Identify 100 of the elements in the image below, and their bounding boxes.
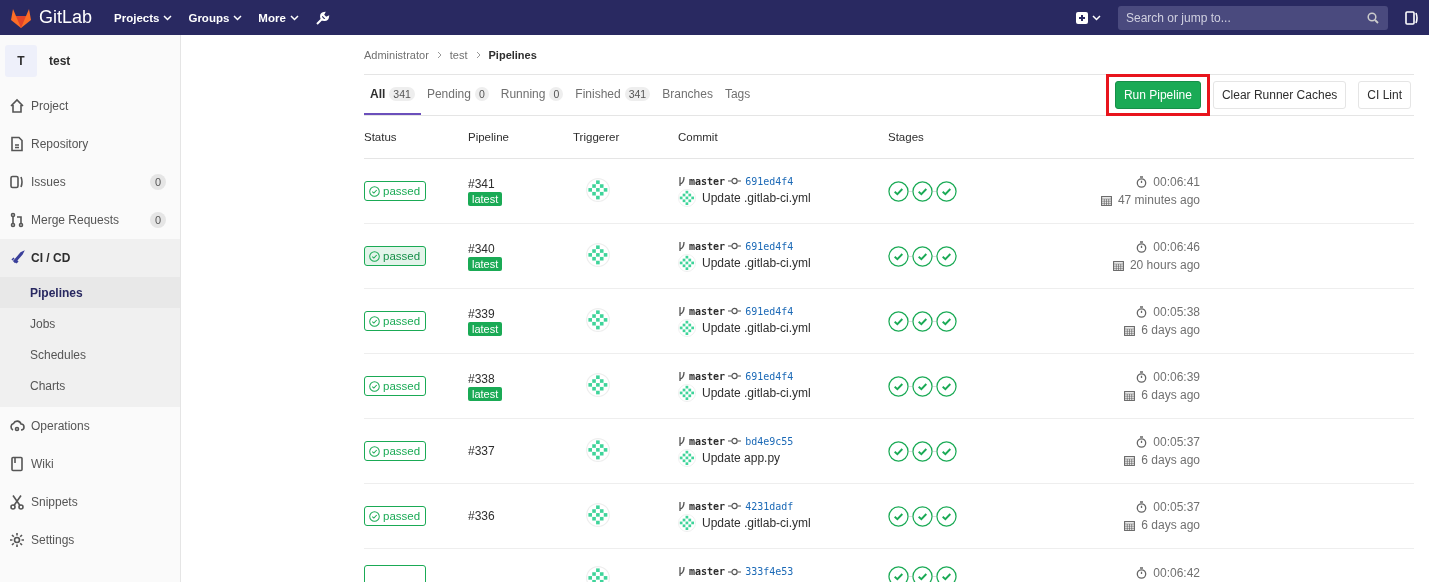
stage-passed-icon[interactable]	[888, 440, 909, 462]
stage-passed-icon[interactable]	[936, 375, 957, 397]
count-badge: 341	[624, 87, 651, 101]
stage-passed-icon[interactable]	[888, 310, 909, 332]
commit-message[interactable]: Update .gitlab-ci.yml	[702, 385, 811, 400]
stage-passed-icon[interactable]	[912, 505, 933, 527]
filter-tab[interactable]: Tags	[718, 75, 757, 115]
nav-menu[interactable]: Projects	[106, 11, 181, 24]
duration-text: 00:06:41	[1153, 175, 1200, 189]
stage-passed-icon[interactable]	[912, 566, 933, 582]
branch-link[interactable]: master	[689, 435, 726, 447]
author-avatar	[678, 188, 696, 207]
commit-sha-link[interactable]: bd4e9c55	[745, 435, 794, 447]
commit-sha-link[interactable]: 4231dadf	[745, 500, 794, 512]
pipeline-id[interactable]: #336	[468, 509, 495, 523]
commit-sha-link[interactable]: 691ed4f4	[745, 175, 794, 187]
stage-passed-icon[interactable]	[888, 245, 909, 267]
stage-passed-icon[interactable]	[912, 245, 933, 267]
stage-passed-icon[interactable]	[888, 180, 909, 202]
sidebar-item[interactable]: CI / CD	[0, 239, 180, 277]
commit-message[interactable]: Update .gitlab-ci.yml	[702, 255, 811, 270]
stage-passed-icon[interactable]	[888, 505, 909, 527]
count-badge: 0	[149, 174, 166, 190]
stage-passed-icon[interactable]	[936, 505, 957, 527]
filter-tab[interactable]: All 341	[364, 75, 421, 115]
author-avatar	[678, 513, 696, 532]
merge-request-icon	[9, 212, 25, 228]
branch-link[interactable]: master	[689, 566, 726, 577]
sidebar-toggle-icon[interactable]	[1405, 10, 1419, 25]
commit-sha-link[interactable]: 333f4e53	[745, 566, 794, 577]
fox-logo-icon[interactable]	[10, 7, 32, 28]
sidebar-subitem[interactable]: Charts	[0, 370, 180, 401]
sidebar-item[interactable]: Merge Requests 0	[0, 201, 180, 239]
breadcrumb-link[interactable]: Pipelines	[488, 48, 537, 61]
commit-message[interactable]: Update .gitlab-ci.yml	[702, 190, 811, 205]
sidebar-subitem[interactable]: Jobs	[0, 308, 180, 339]
user-avatar	[586, 502, 610, 527]
commit-icon	[728, 372, 742, 380]
sidebar-item[interactable]: Repository	[0, 125, 180, 163]
duration-text: 00:06:42	[1153, 566, 1200, 580]
pipeline-id[interactable]: #337	[468, 444, 495, 458]
commit-sha-link[interactable]: 691ed4f4	[745, 240, 794, 252]
status-badge[interactable]	[364, 565, 426, 582]
stage-passed-icon[interactable]	[936, 245, 957, 267]
wrench-icon[interactable]	[314, 9, 331, 26]
sidebar-item[interactable]: Settings	[0, 521, 180, 559]
nav-menu[interactable]: More	[250, 11, 307, 24]
pipeline-id[interactable]: #341	[468, 176, 495, 191]
branch-link[interactable]: master	[689, 305, 726, 317]
filter-tab[interactable]: Branches	[656, 75, 719, 115]
column-header: Stages	[888, 131, 925, 143]
stage-passed-icon[interactable]	[912, 440, 933, 462]
breadcrumb-link[interactable]: test	[449, 48, 468, 61]
filter-tab[interactable]: Finished 341	[569, 75, 657, 115]
stage-passed-icon[interactable]	[936, 440, 957, 462]
commit-message[interactable]: Update .gitlab-ci.yml	[702, 515, 811, 530]
branch-icon	[678, 500, 686, 512]
branch-link[interactable]: master	[689, 240, 726, 252]
caret-icon	[163, 14, 173, 21]
timer-icon	[1136, 501, 1148, 513]
pipeline-id[interactable]: #338	[468, 371, 495, 386]
sidebar-subitem[interactable]: Schedules	[0, 339, 180, 370]
sidebar-item[interactable]: Wiki	[0, 445, 180, 483]
stage-passed-icon[interactable]	[912, 375, 933, 397]
stage-passed-icon[interactable]	[912, 180, 933, 202]
stage-passed-icon[interactable]	[888, 566, 909, 582]
stage-passed-icon[interactable]	[936, 180, 957, 202]
stage-passed-icon[interactable]	[912, 310, 933, 332]
breadcrumb-link[interactable]: Administrator	[364, 48, 429, 61]
branch-link[interactable]: master	[689, 370, 726, 382]
sidebar-item[interactable]: Issues 0	[0, 163, 180, 201]
action-button[interactable]: Clear Runner Caches	[1212, 81, 1347, 109]
commit-message[interactable]: Update app.py	[702, 450, 781, 465]
filter-tab[interactable]: Pending 0	[420, 75, 495, 115]
pipeline-id[interactable]: #340	[468, 241, 495, 256]
project-name[interactable]: test	[49, 54, 71, 68]
branch-icon	[678, 175, 686, 187]
project-avatar[interactable]: T	[5, 45, 37, 77]
commit-sha-link[interactable]: 691ed4f4	[745, 305, 794, 317]
commit-sha-link[interactable]: 691ed4f4	[745, 370, 794, 382]
pipeline-id[interactable]: #339	[468, 306, 495, 321]
status-badge[interactable]: passed	[364, 246, 426, 266]
calendar-icon	[1124, 389, 1136, 401]
rocket-icon	[9, 250, 25, 266]
sidebar-item[interactable]: Operations	[0, 407, 180, 445]
sidebar-item[interactable]: Snippets	[0, 483, 180, 521]
branch-link[interactable]: master	[689, 500, 726, 512]
commit-message[interactable]: Update .gitlab-ci.yml	[702, 320, 811, 335]
branch-link[interactable]: master	[689, 175, 726, 187]
brand-name[interactable]: GitLab	[39, 7, 93, 28]
stage-passed-icon[interactable]	[936, 310, 957, 332]
search-field[interactable]: Search or jump to...	[1118, 5, 1388, 30]
nav-menu[interactable]: Groups	[180, 11, 251, 24]
sidebar-subitem[interactable]: Pipelines	[0, 277, 180, 308]
action-button[interactable]: CI Lint	[1358, 81, 1411, 109]
filter-tab[interactable]: Running 0	[494, 75, 570, 115]
stage-passed-icon[interactable]	[888, 375, 909, 397]
sidebar-item[interactable]: Project	[0, 87, 180, 125]
stage-passed-icon[interactable]	[936, 566, 957, 582]
author-avatar	[678, 448, 696, 467]
